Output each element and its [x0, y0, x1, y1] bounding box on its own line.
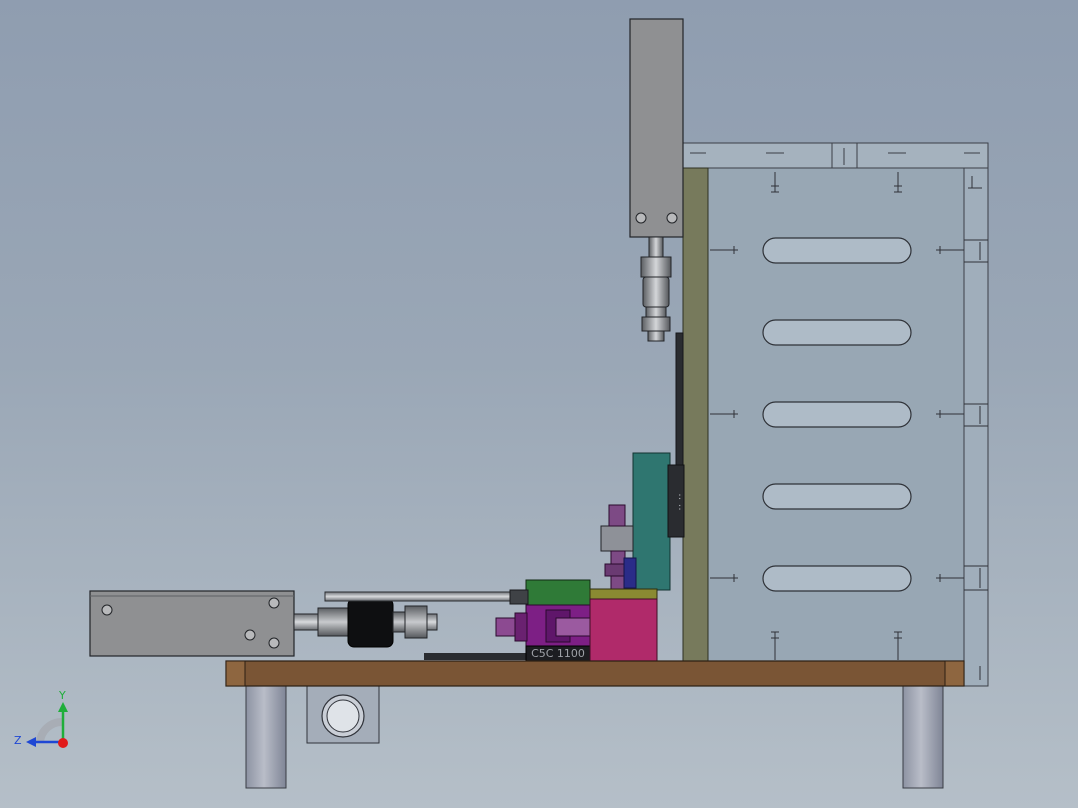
magenta-block	[589, 598, 658, 662]
top-frame-bar	[682, 142, 989, 169]
piston-rod-assembly	[293, 598, 438, 648]
cad-viewport[interactable]: ·· ·· C5C 1100 Y Z	[0, 0, 1078, 808]
small-cylinder: ·· ··	[667, 464, 686, 538]
svg-text:·· ··: ·· ··	[673, 493, 686, 510]
side-view-drawing: ·· ·· C5C 1100 Y Z	[14, 18, 989, 789]
left-leg	[245, 685, 287, 789]
olive-vertical-plate	[682, 167, 709, 662]
panel-slot	[762, 319, 912, 346]
olive-thin-plate	[589, 588, 658, 600]
base-plate-end-right	[944, 660, 965, 687]
panel-slot	[762, 401, 912, 428]
green-block	[525, 579, 591, 606]
vertical-purple-shaft	[600, 504, 637, 590]
z-axis-label: Z	[14, 734, 22, 747]
vertical-cylinder	[629, 18, 684, 342]
purple-cylinder-block: C5C 1100	[495, 604, 591, 662]
base-plate	[225, 660, 965, 687]
panel-slot	[762, 565, 912, 592]
right-leg	[902, 685, 944, 789]
axis-triad: Y Z	[14, 689, 68, 748]
horizontal-cylinder	[89, 590, 295, 657]
frame-panel	[682, 142, 989, 687]
bearing-block	[306, 685, 380, 744]
connector-bar	[509, 589, 529, 605]
y-axis-label: Y	[58, 689, 66, 702]
lower-rail	[424, 653, 527, 660]
base-plate-end-left	[225, 660, 246, 687]
cylinder-label: C5C 1100	[531, 647, 585, 660]
panel-slot	[762, 483, 912, 510]
panel-slot	[762, 237, 912, 264]
guide-rod	[324, 591, 516, 602]
teal-plate	[632, 452, 671, 591]
